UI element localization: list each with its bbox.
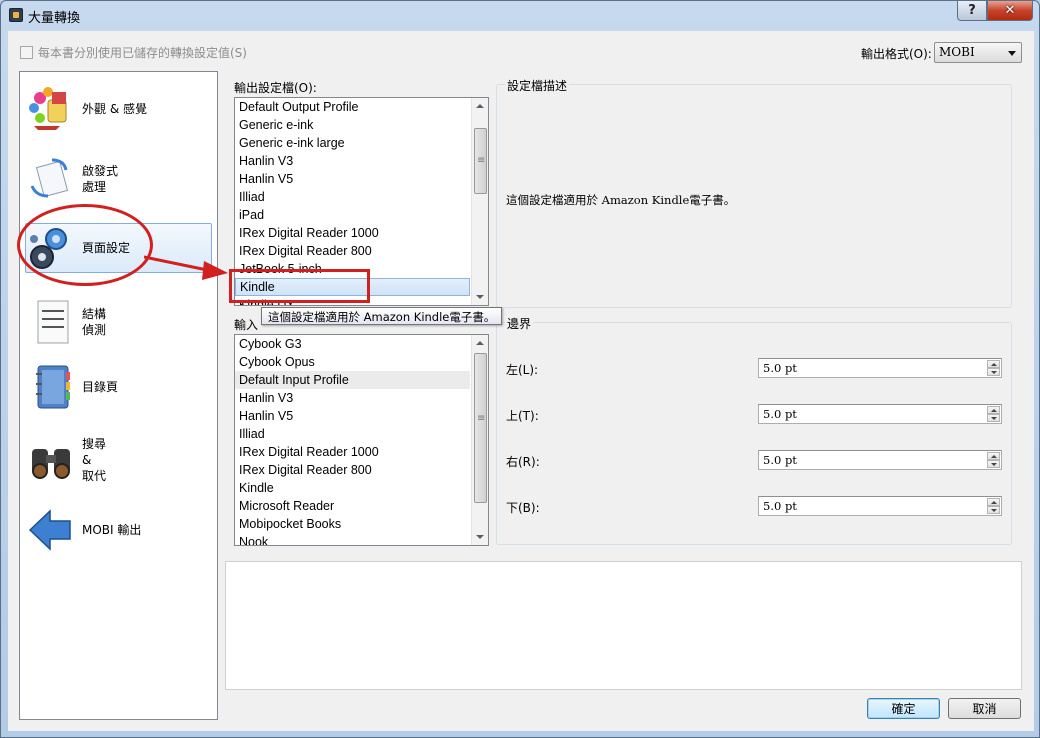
- output-profile-label: 輸出設定檔(O):: [234, 81, 317, 95]
- input-profile-items: Cybook G3 Cybook Opus Default Input Profil…: [235, 335, 488, 545]
- sidebar-item-label: 目錄頁: [82, 380, 119, 394]
- margins-title: 邊界: [505, 315, 534, 332]
- list-item[interactable]: IRex Digital Reader 800: [235, 461, 488, 479]
- title-bar[interactable]: 大量轉換 ? ✕: [1, 1, 1039, 29]
- sidebar-item-search-replace[interactable]: 搜尋 & 取代: [26, 430, 207, 490]
- list-item[interactable]: iPad: [235, 206, 488, 224]
- spin-down-icon[interactable]: [987, 506, 1000, 514]
- per-book-settings-label: 每本書分別使用已儲存的轉換設定值(S): [38, 46, 247, 60]
- app-icon: [9, 8, 23, 22]
- list-item[interactable]: Default Input Profile: [235, 371, 470, 389]
- input-profile-scrollbar[interactable]: [471, 335, 488, 545]
- list-item[interactable]: IRex Digital Reader 1000: [235, 224, 488, 242]
- back-arrow-icon: [26, 507, 76, 553]
- sidebar-item-label: 啟發式 處理: [82, 164, 119, 194]
- spin-down-icon[interactable]: [987, 368, 1000, 376]
- list-item[interactable]: Generic e-ink large: [235, 134, 488, 152]
- margin-right-spinbox[interactable]: 5.0 pt: [758, 450, 1002, 470]
- sidebar-item-look-and-feel[interactable]: 外觀 & 感覺: [26, 84, 207, 134]
- output-format-value: MOBI: [939, 45, 975, 59]
- profile-description-title: 設定檔描述: [505, 77, 570, 94]
- sidebar-item-label: 結構 偵測: [82, 307, 107, 337]
- margin-bottom-value: 5.0 pt: [763, 499, 797, 513]
- scroll-thumb[interactable]: [474, 128, 487, 194]
- annotation-arrow: [144, 255, 228, 280]
- help-button[interactable]: ?: [957, 1, 987, 21]
- scroll-up-icon[interactable]: [476, 341, 484, 345]
- margin-top-label: 上(T):: [506, 409, 539, 423]
- spin-down-icon[interactable]: [987, 460, 1000, 468]
- chevron-down-icon: [1008, 51, 1016, 56]
- annotation-highlight-box: [229, 269, 370, 303]
- margin-bottom-label: 下(B):: [506, 501, 540, 515]
- dialog-window: 大量轉換 ? ✕ 每本書分別使用已儲存的轉換設定值(S) 輸出格式(O): MO…: [0, 0, 1040, 738]
- list-item[interactable]: Illiad: [235, 188, 488, 206]
- margin-top-spinbox[interactable]: 5.0 pt: [758, 404, 1002, 424]
- sidebar-item-label: MOBI 輸出: [82, 523, 142, 537]
- scroll-thumb[interactable]: [474, 353, 487, 503]
- list-item[interactable]: Microsoft Reader: [235, 497, 488, 515]
- spin-down-icon[interactable]: [987, 414, 1000, 422]
- cancel-button[interactable]: 取消: [948, 698, 1021, 719]
- input-profile-label: 輸入: [234, 318, 259, 332]
- ok-button[interactable]: 確定: [867, 698, 940, 719]
- list-item[interactable]: Illiad: [235, 425, 488, 443]
- document-lines-icon: [26, 299, 76, 345]
- per-book-settings-row[interactable]: 每本書分別使用已儲存的轉換設定值(S): [20, 44, 247, 61]
- sidebar-item-table-of-contents[interactable]: 目錄頁: [26, 362, 207, 412]
- annotation-ellipse: [17, 204, 153, 286]
- input-profile-list[interactable]: Cybook G3 Cybook Opus Default Input Profil…: [234, 334, 489, 546]
- margin-right-label: 右(R):: [506, 455, 540, 469]
- dialog-client-area: 每本書分別使用已儲存的轉換設定值(S) 輸出格式(O): MOBI 外觀 & 感…: [8, 31, 1034, 731]
- per-book-settings-checkbox[interactable]: [20, 46, 33, 59]
- profile-tooltip: 這個設定檔適用於 Amazon Kindle電子書。: [261, 307, 503, 325]
- margin-top-value: 5.0 pt: [763, 407, 797, 421]
- margin-right-value: 5.0 pt: [763, 453, 797, 467]
- list-item[interactable]: Generic e-ink: [235, 116, 488, 134]
- list-item[interactable]: Hanlin V3: [235, 152, 488, 170]
- scroll-up-icon[interactable]: [476, 104, 484, 108]
- list-item[interactable]: Hanlin V5: [235, 407, 488, 425]
- margin-bottom-spinbox[interactable]: 5.0 pt: [758, 496, 1002, 516]
- paint-palette-icon: [26, 86, 76, 132]
- list-item[interactable]: Kindle: [235, 479, 488, 497]
- output-format-label: 輸出格式(O):: [861, 47, 932, 61]
- profile-description-text: 這個設定檔適用於 Amazon Kindle電子書。: [506, 193, 736, 207]
- margin-left-value: 5.0 pt: [763, 361, 797, 375]
- list-item[interactable]: Nook: [235, 533, 488, 545]
- list-item[interactable]: IRex Digital Reader 1000: [235, 443, 488, 461]
- list-item[interactable]: Hanlin V5: [235, 170, 488, 188]
- sidebar-item-heuristics[interactable]: 啟發式 處理: [26, 154, 207, 204]
- scroll-down-icon[interactable]: [476, 535, 484, 539]
- output-profile-scrollbar[interactable]: [471, 98, 488, 305]
- spin-up-icon[interactable]: [987, 498, 1000, 506]
- help-text-panel: [225, 561, 1022, 690]
- sidebar: 外觀 & 感覺 啟發式 處理 頁面設定 結構 偵測 目錄頁 搜尋 & 取代 MO…: [19, 71, 218, 720]
- list-item[interactable]: Cybook G3: [235, 335, 488, 353]
- margin-left-spinbox[interactable]: 5.0 pt: [758, 358, 1002, 378]
- sidebar-item-label: 搜尋 & 取代: [82, 437, 107, 483]
- close-button[interactable]: ✕: [987, 1, 1033, 21]
- margin-left-label: 左(L):: [506, 363, 539, 377]
- list-item[interactable]: Mobipocket Books: [235, 515, 488, 533]
- scroll-down-icon[interactable]: [476, 295, 484, 299]
- list-item[interactable]: Cybook Opus: [235, 353, 488, 371]
- notebook-icon: [26, 364, 76, 410]
- sidebar-item-label: 外觀 & 感覺: [82, 102, 147, 116]
- list-item[interactable]: IRex Digital Reader 800: [235, 242, 488, 260]
- spin-up-icon[interactable]: [987, 452, 1000, 460]
- sidebar-item-structure-detection[interactable]: 結構 偵測: [26, 297, 207, 347]
- document-refresh-icon: [26, 156, 76, 202]
- sidebar-item-mobi-output[interactable]: MOBI 輸出: [26, 505, 207, 555]
- window-title: 大量轉換: [28, 11, 81, 26]
- output-format-select[interactable]: MOBI: [934, 42, 1022, 63]
- spin-up-icon[interactable]: [987, 406, 1000, 414]
- list-item[interactable]: Default Output Profile: [235, 98, 488, 116]
- spin-up-icon[interactable]: [987, 360, 1000, 368]
- binoculars-icon: [26, 437, 76, 483]
- list-item[interactable]: Hanlin V3: [235, 389, 488, 407]
